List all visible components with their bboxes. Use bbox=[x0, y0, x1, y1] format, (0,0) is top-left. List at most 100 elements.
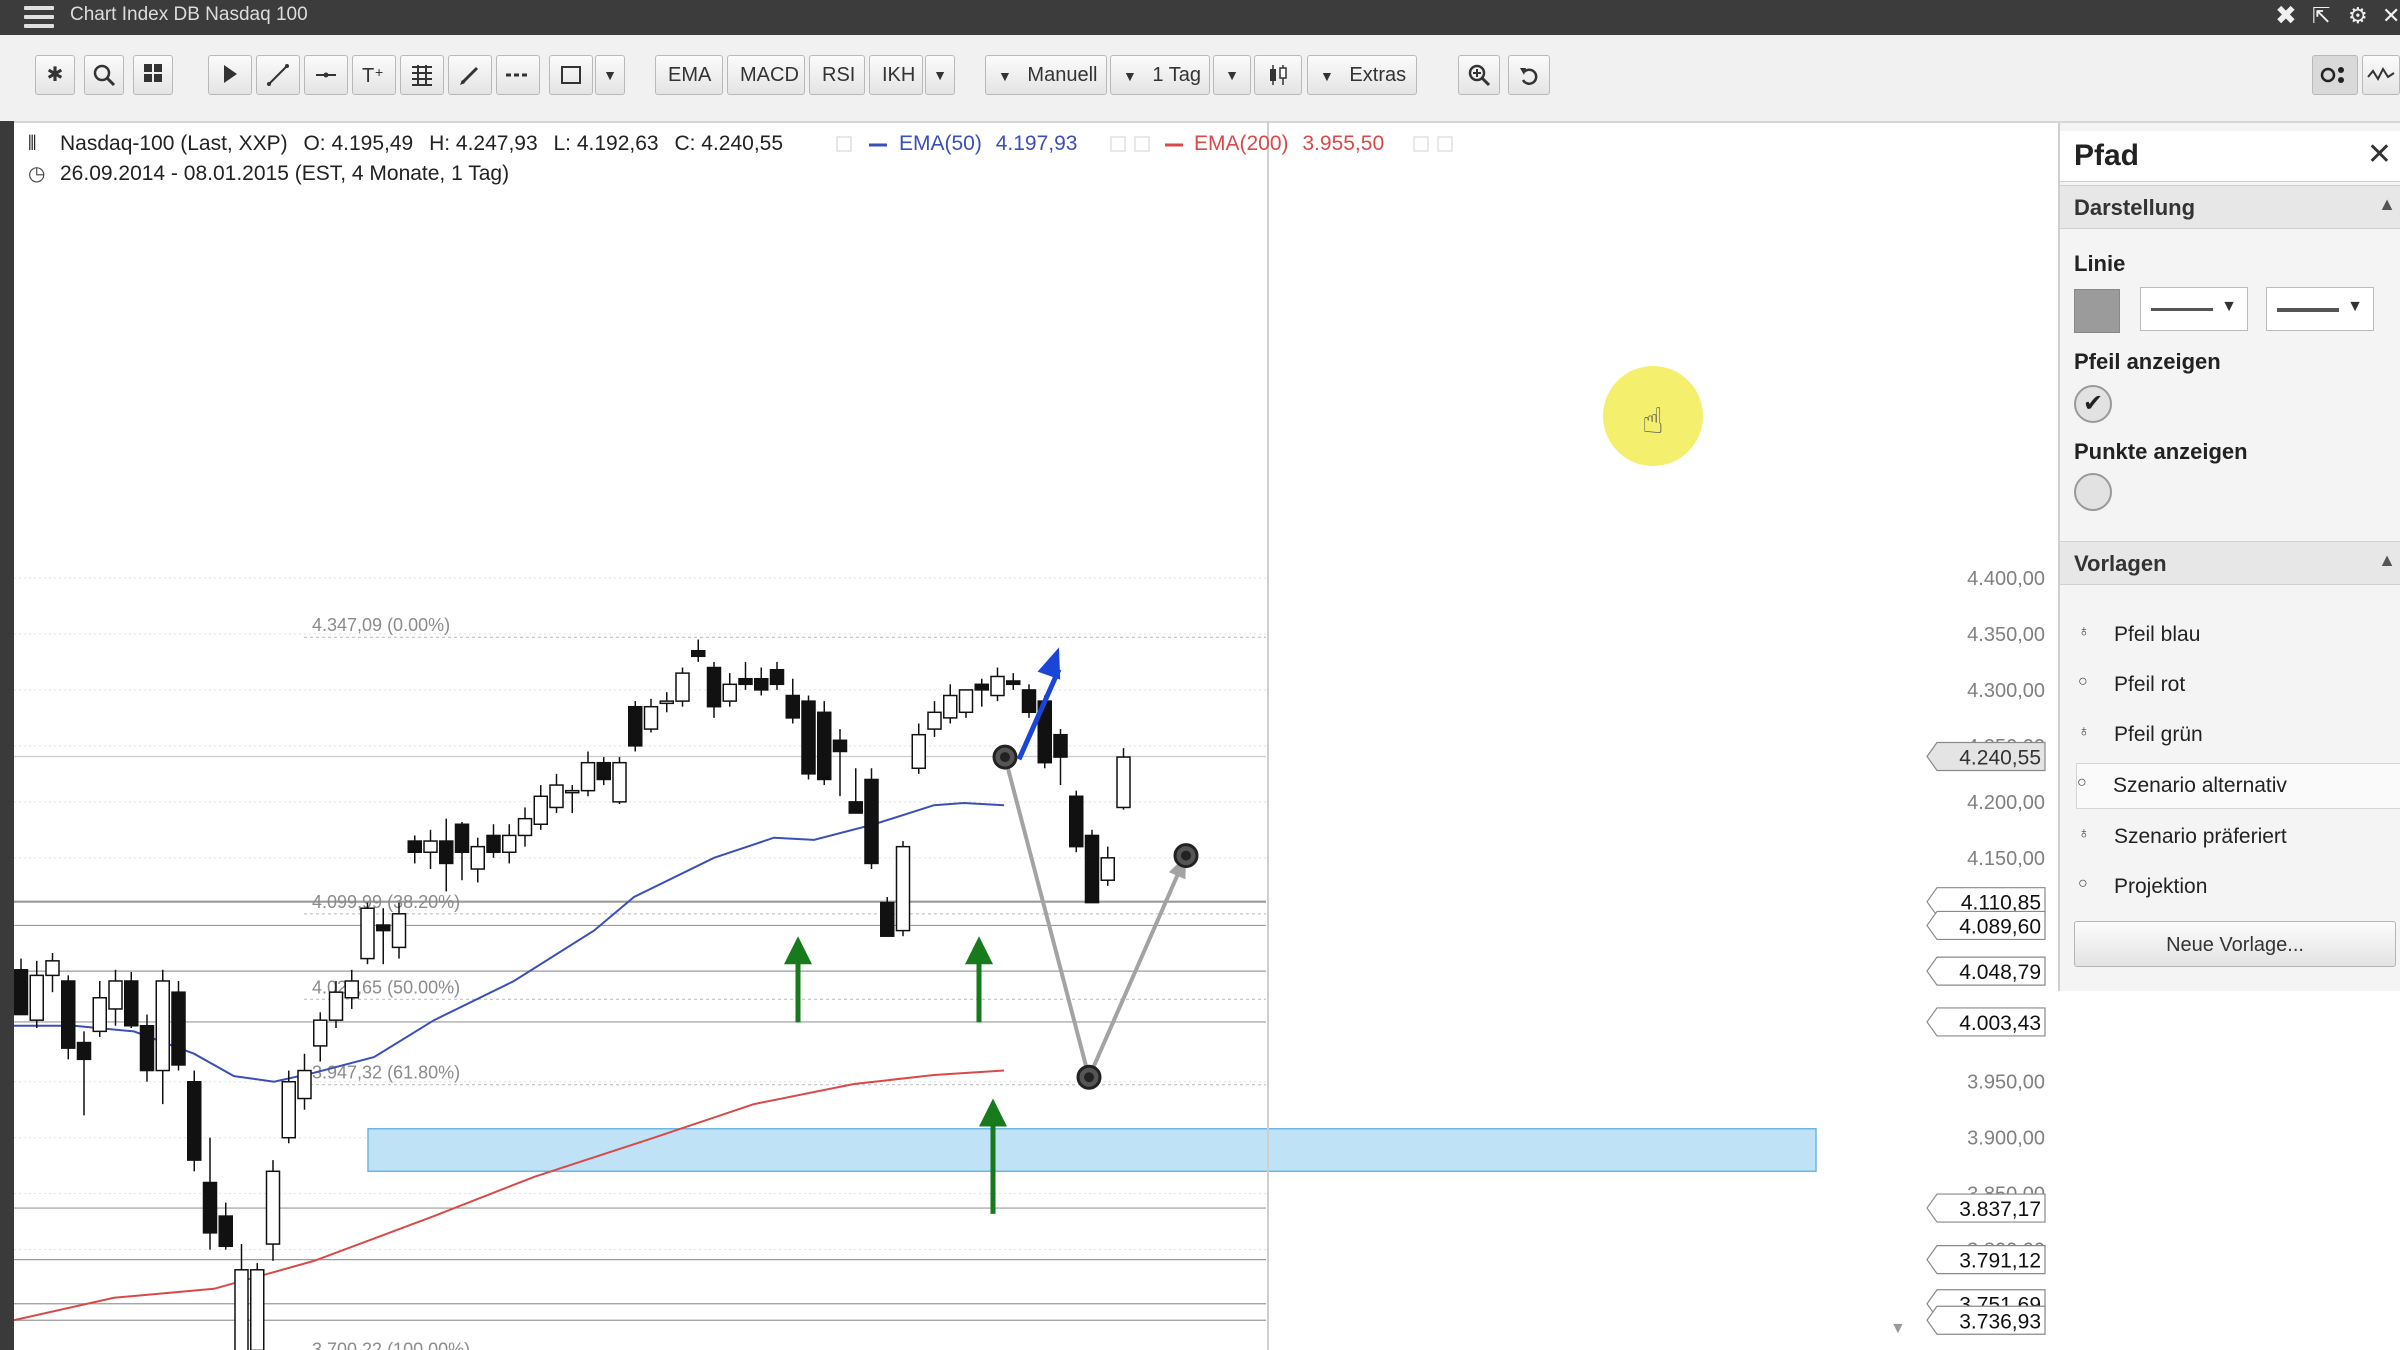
candle-body bbox=[14, 969, 29, 1016]
panel-header: Pfad ✕ bbox=[2060, 131, 2400, 182]
template-item[interactable]: ○ Projektion bbox=[2078, 865, 2398, 909]
template-item[interactable]: ○ Pfeil rot bbox=[2078, 663, 2398, 707]
ema200-legend[interactable]: EMA(200) 3.955,50 bbox=[1165, 132, 1453, 155]
close-window-icon[interactable]: ✕ bbox=[2382, 3, 2400, 29]
line-width-dropdown[interactable]: ▼ bbox=[2266, 287, 2374, 331]
remove-icon[interactable] bbox=[1437, 136, 1453, 152]
ema50-legend[interactable]: EMA(50) 4.197,93 bbox=[836, 132, 1150, 155]
dashed-line-tool-button[interactable] bbox=[496, 55, 540, 95]
candle-body bbox=[817, 711, 832, 781]
y-tick-label: 4.200,00 bbox=[1967, 792, 2045, 814]
candles-icon: ⫴ bbox=[28, 133, 36, 155]
popout-icon[interactable]: ⇱ bbox=[2312, 3, 2330, 29]
y-tick-label: 4.400,00 bbox=[1967, 568, 2045, 590]
candle-body bbox=[533, 795, 548, 826]
candle-body bbox=[281, 1080, 296, 1139]
candle-body bbox=[1084, 834, 1100, 904]
chart-type-dropdown[interactable]: ▼ bbox=[1213, 55, 1251, 95]
indicator-ikh-button[interactable]: IKH bbox=[869, 55, 923, 95]
scroll-down-icon[interactable]: ▼ bbox=[1890, 1320, 1906, 1337]
chevron-down-icon: ▼ bbox=[2221, 298, 2237, 315]
settings-icon[interactable] bbox=[1110, 136, 1126, 152]
pointer-tool-button[interactable] bbox=[208, 55, 252, 95]
chart-info-header: ⫴ Nasdaq-100 (Last, XXP) O: 4.195,49 H: … bbox=[28, 132, 783, 185]
indicators-dropdown[interactable]: ▼ bbox=[925, 55, 955, 95]
candle-body bbox=[234, 1269, 249, 1350]
text-tool-button[interactable]: T + bbox=[352, 55, 396, 95]
line-label: Linie bbox=[2074, 251, 2126, 276]
rectangle-tool-button[interactable] bbox=[549, 55, 593, 95]
settings-gear-button[interactable]: ✱ bbox=[35, 55, 75, 95]
mode-dropdown[interactable]: ▼ Manuell bbox=[985, 55, 1107, 95]
candle-body bbox=[1006, 680, 1021, 686]
trendline-tool-button[interactable] bbox=[256, 55, 300, 95]
template-item[interactable]: ♁ Szenario präferiert bbox=[2078, 815, 2398, 859]
undo-button[interactable] bbox=[1508, 55, 1550, 95]
show-points-label: Punkte anzeigen bbox=[2074, 439, 2248, 464]
date-range: 26.09.2014 - 08.01.2015 (EST, 4 Monate, … bbox=[60, 162, 509, 185]
horizontal-line-tool-button[interactable] bbox=[304, 55, 348, 95]
candle-body bbox=[155, 980, 170, 1072]
layout-button[interactable] bbox=[133, 55, 173, 95]
drawings-panel-toggle[interactable] bbox=[2312, 55, 2358, 95]
chart-type-button[interactable] bbox=[1254, 55, 1302, 95]
section-display-header[interactable]: Darstellung ▲ bbox=[2060, 185, 2400, 229]
ema50-label: EMA(50) bbox=[899, 132, 982, 155]
search-button[interactable] bbox=[84, 55, 124, 95]
wave-icon bbox=[2367, 66, 2395, 82]
candle-body bbox=[454, 823, 470, 853]
fibonacci-layer: 4.347,09 (0.00%)4.099,99 (38.20%)4.023,6… bbox=[304, 615, 1266, 1350]
drawing-properties-panel: Pfad ✕ Darstellung ▲ Linie ▼ ▼ Pfeil anz… bbox=[2058, 123, 2400, 991]
indicator-ema-button[interactable]: EMA bbox=[655, 55, 723, 95]
candle-body bbox=[344, 980, 359, 999]
close-icon[interactable]: ✕ bbox=[2367, 137, 2392, 172]
new-template-button[interactable]: Neue Vorlage... bbox=[2074, 921, 2396, 967]
remove-icon[interactable] bbox=[1134, 136, 1150, 152]
indicator-panel-toggle[interactable] bbox=[2362, 55, 2400, 95]
candle-body bbox=[706, 666, 722, 708]
show-arrow-checkbox[interactable]: ✔ bbox=[2074, 385, 2112, 423]
fullscreen-icon[interactable]: ✖ bbox=[2275, 0, 2297, 31]
line-style-dropdown[interactable]: ▼ bbox=[2140, 287, 2248, 331]
period-dropdown[interactable]: ▼ 1 Tag bbox=[1110, 55, 1210, 95]
blue-arrow-head bbox=[1037, 647, 1061, 680]
svg-text:+: + bbox=[375, 64, 383, 80]
extras-dropdown[interactable]: ▼ Extras bbox=[1307, 55, 1417, 95]
collapse-icon[interactable]: ▲ bbox=[2378, 550, 2396, 571]
path-node-center bbox=[1084, 1072, 1094, 1083]
price-level-label: 3.791,12 bbox=[1959, 1250, 2041, 1273]
candle-body bbox=[754, 677, 769, 691]
collapse-icon[interactable]: ▲ bbox=[2378, 194, 2396, 215]
settings-icon[interactable] bbox=[1413, 136, 1429, 152]
indicator-rsi-button[interactable]: RSI bbox=[809, 55, 865, 95]
template-item[interactable]: ♁ Pfeil grün bbox=[2078, 713, 2398, 757]
section-templates-header[interactable]: Vorlagen ▲ bbox=[2060, 541, 2400, 585]
candle-body bbox=[45, 960, 60, 977]
show-points-checkbox[interactable] bbox=[2074, 473, 2112, 511]
shapes-dropdown[interactable]: ▼ bbox=[595, 55, 625, 95]
fibonacci-tool-button[interactable] bbox=[400, 55, 444, 95]
template-item-selected[interactable]: ○ Szenario alternativ bbox=[2076, 763, 2400, 809]
ema200-legend-text: EMA(200) 3.955,50 bbox=[1194, 132, 1384, 155]
candle-body bbox=[328, 991, 344, 1021]
candle-body bbox=[1116, 756, 1131, 809]
menu-icon[interactable] bbox=[24, 6, 54, 28]
pen-tool-button[interactable] bbox=[448, 55, 492, 95]
candles-layer bbox=[14, 639, 1131, 1350]
y-tick-label: 4.350,00 bbox=[1967, 624, 2045, 646]
candle-body bbox=[407, 840, 422, 853]
settings-icon[interactable]: ⚙ bbox=[2348, 3, 2368, 29]
horizontal-line-icon bbox=[316, 72, 336, 78]
template-item[interactable]: ♁ Pfeil blau bbox=[2078, 613, 2398, 657]
indicator-macd-button[interactable]: MACD bbox=[727, 55, 805, 95]
zoom-button[interactable] bbox=[1458, 55, 1500, 95]
visibility-toggle-icon[interactable] bbox=[836, 136, 852, 152]
drawings-layer: ☝ bbox=[784, 366, 1703, 1214]
line-color-picker[interactable] bbox=[2074, 289, 2120, 333]
path-node-center bbox=[1000, 752, 1010, 763]
zoom-in-icon bbox=[1468, 64, 1491, 87]
undo-icon bbox=[1520, 68, 1538, 85]
window-left-edge bbox=[0, 121, 14, 1350]
template-icon: ○ bbox=[2078, 673, 2088, 690]
price-chart[interactable]: 4.347,09 (0.00%)4.099,99 (38.20%)4.023,6… bbox=[14, 121, 2058, 1350]
